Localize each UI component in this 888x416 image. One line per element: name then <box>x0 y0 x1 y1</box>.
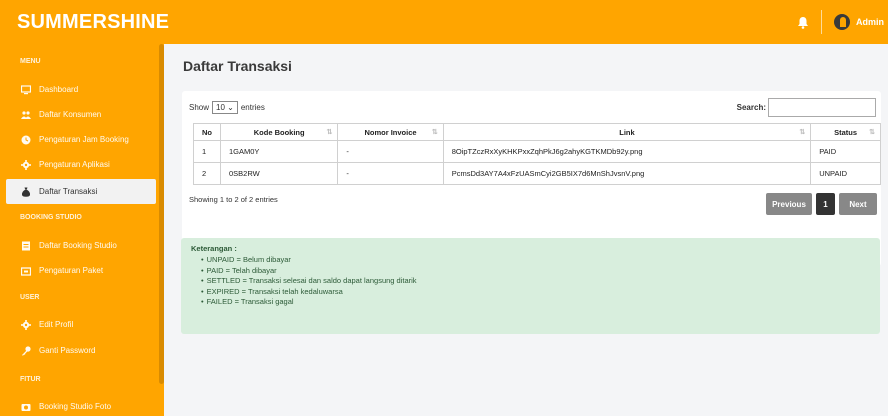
sidebar-section-booking-studio: BOOKING STUDIO <box>20 214 82 221</box>
list-item: EXPIRED = Transaksi telah kedaluwarsa <box>201 287 870 298</box>
camera-icon <box>21 403 31 411</box>
gear-icon <box>21 159 31 170</box>
status-legend-list: UNPAID = Belum dibayar PAID = Telah diba… <box>191 255 870 308</box>
main-content: Daftar Transaksi Show 10 ⌄ entries Searc… <box>164 44 888 416</box>
column-header-kode-booking[interactable]: Kode Booking ⇅ <box>219 123 339 141</box>
list-item: SETTLED = Transaksi selesai dan saldo da… <box>201 276 870 287</box>
sidebar-item-pengaturan-jam-booking[interactable]: Pengaturan Jam Booking <box>0 127 156 152</box>
list-item: PAID = Telah dibayar <box>201 266 870 277</box>
navbar-right: Admin <box>797 0 888 44</box>
keterangan-title: Keterangan : <box>191 244 237 253</box>
sidebar-item-daftar-booking-studio[interactable]: Daftar Booking Studio <box>0 233 156 258</box>
sidebar-item-booking-studio-foto[interactable]: Booking Studio Foto <box>0 394 156 416</box>
user-avatar-icon[interactable] <box>834 14 850 30</box>
search-label: Search: <box>736 103 766 112</box>
key-icon <box>21 345 31 355</box>
sidebar-section-fitur: FITUR <box>20 376 41 383</box>
sidebar-item-dashboard[interactable]: Dashboard <box>0 77 156 102</box>
package-icon <box>21 266 31 276</box>
entries-select[interactable]: 10 ⌄ <box>212 101 238 114</box>
chevron-down-icon: ⌄ <box>227 103 234 112</box>
page-1-button[interactable]: 1 <box>816 193 835 215</box>
sidebar-section-menu: MENU <box>20 58 41 65</box>
next-page-button[interactable]: Next <box>839 193 877 215</box>
sidebar-item-label: Dashboard <box>39 85 79 94</box>
table-info: Showing 1 to 2 of 2 entries <box>189 195 278 204</box>
cell-no: 1 <box>193 140 221 163</box>
list-item: FAILED = Transaksi gagal <box>201 297 870 308</box>
page-title: Daftar Transaksi <box>183 58 292 74</box>
table-row: 2 0SB2RW - PcmsDd3AY7A4xFzUASmCyi2GB5IX7… <box>193 162 881 185</box>
users-icon <box>21 110 31 119</box>
sidebar-item-label: Pengaturan Paket <box>39 266 104 275</box>
table-header-row: No Kode Booking ⇅ Nomor Invoice ⇅ Link ⇅ St… <box>193 123 881 141</box>
sidebar-item-label: Pengaturan Jam Booking <box>39 135 129 144</box>
monitor-icon <box>21 84 31 94</box>
sidebar-item-ganti-password[interactable]: Ganti Password <box>0 338 156 363</box>
sidebar-item-pengaturan-paket[interactable]: Pengaturan Paket <box>0 258 156 283</box>
clock-icon <box>21 135 31 144</box>
list-icon <box>22 241 30 250</box>
gear-icon <box>21 319 31 330</box>
navbar-divider <box>821 10 822 34</box>
admin-username[interactable]: Admin <box>856 17 884 27</box>
sidebar-item-label: Daftar Konsumen <box>39 110 102 119</box>
column-header-no[interactable]: No <box>193 123 221 141</box>
column-header-nomor-invoice[interactable]: Nomor Invoice ⇅ <box>337 123 444 141</box>
keterangan-alert: Keterangan : UNPAID = Belum dibayar PAID… <box>181 238 880 334</box>
search-control: Search: <box>737 98 876 117</box>
sidebar-item-label: Ganti Password <box>39 346 96 355</box>
list-item: UNPAID = Belum dibayar <box>201 255 870 266</box>
cell-kode-booking: 1GAM0Y <box>219 140 339 163</box>
cell-status: UNPAID <box>810 162 881 185</box>
money-bag-icon <box>21 187 31 197</box>
sidebar-item-label: Pengaturan Aplikasi <box>39 160 110 169</box>
cell-nomor-invoice: - <box>337 162 444 185</box>
sort-icon: ⇅ <box>869 129 875 136</box>
entries-label: entries <box>240 103 265 112</box>
cell-link[interactable]: PcmsDd3AY7A4xFzUASmCyi2GB5IX7d6MnShJvsnV… <box>442 162 812 185</box>
sidebar-item-label: Daftar Booking Studio <box>39 241 117 250</box>
cell-no: 2 <box>193 162 221 185</box>
column-header-link[interactable]: Link ⇅ <box>442 123 812 141</box>
show-label: Show <box>189 103 210 112</box>
bell-icon[interactable] <box>797 16 809 29</box>
brand-logo[interactable]: SUMMERSHINE <box>0 0 169 44</box>
sidebar-item-label: Daftar Transaksi <box>39 187 98 196</box>
sort-icon: ⇅ <box>326 129 333 136</box>
entries-length-control: Show 10 ⌄ entries <box>189 101 265 114</box>
sidebar-item-label: Edit Profil <box>39 320 74 329</box>
previous-page-button[interactable]: Previous <box>766 193 812 215</box>
sidebar-item-label: Booking Studio Foto <box>39 402 112 411</box>
sidebar-item-pengaturan-aplikasi[interactable]: Pengaturan Aplikasi <box>0 152 156 177</box>
search-input[interactable] <box>768 98 876 117</box>
transactions-table: No Kode Booking ⇅ Nomor Invoice ⇅ Link ⇅ St… <box>193 123 881 185</box>
cell-nomor-invoice: - <box>337 140 444 163</box>
sidebar-item-daftar-transaksi[interactable]: Daftar Transaksi <box>6 179 156 204</box>
cell-kode-booking: 0SB2RW <box>219 162 339 185</box>
cell-link[interactable]: 8OipTZczRxXyKHKPxxZqhPkJ6g2ahyKGTKMDb92y… <box>442 140 812 163</box>
column-header-status[interactable]: Status ⇅ <box>810 123 881 141</box>
sort-icon: ⇅ <box>431 129 438 136</box>
sidebar-item-edit-profil[interactable]: Edit Profil <box>0 312 156 337</box>
sidebar-item-daftar-konsumen[interactable]: Daftar Konsumen <box>0 102 156 127</box>
sidebar-section-user: USER <box>20 294 40 301</box>
cell-status: PAID <box>810 140 881 163</box>
sort-icon: ⇅ <box>799 129 806 136</box>
pagination: Previous 1 Next <box>766 193 877 215</box>
table-row: 1 1GAM0Y - 8OipTZczRxXyKHKPxxZqhPkJ6g2ah… <box>193 140 881 163</box>
